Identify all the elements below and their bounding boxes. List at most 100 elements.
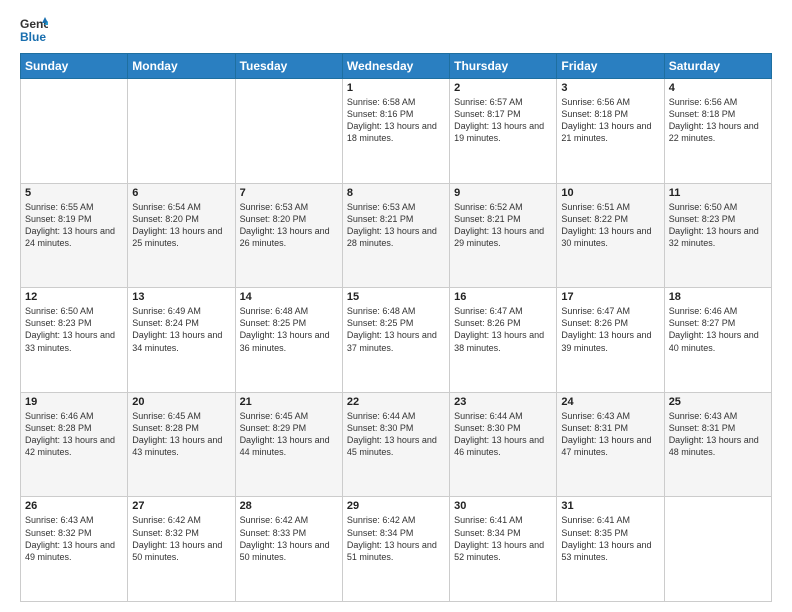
day-number: 8: [347, 187, 445, 199]
calendar-cell: 4 Sunrise: 6:56 AM Sunset: 8:18 PM Daylig…: [664, 79, 771, 184]
calendar-cell: 5 Sunrise: 6:55 AM Sunset: 8:19 PM Daylig…: [21, 183, 128, 288]
week-row-1: 1Sunrise: 6:58 AM Sunset: 8:16 PM Daylig…: [21, 79, 772, 184]
calendar-cell: 30 Sunrise: 6:41 AM Sunset: 8:34 PM Dayli…: [450, 497, 557, 602]
day-number: 21: [240, 396, 338, 408]
calendar-cell: 2 Sunrise: 6:57 AM Sunset: 8:17 PM Daylig…: [450, 79, 557, 184]
day-info: Sunrise: 6:45 AM Sunset: 8:29 PM Dayligh…: [240, 410, 338, 459]
weekday-header-thursday: Thursday: [450, 54, 557, 79]
day-info: Sunrise: 6:46 AM Sunset: 8:28 PM Dayligh…: [25, 410, 123, 459]
day-info: Sunrise: 6:56 AM Sunset: 8:18 PM Dayligh…: [669, 96, 767, 145]
day-info: Sunrise: 6:42 AM Sunset: 8:33 PM Dayligh…: [240, 514, 338, 563]
day-number: 24: [561, 396, 659, 408]
weekday-header-friday: Friday: [557, 54, 664, 79]
calendar-cell: 28 Sunrise: 6:42 AM Sunset: 8:33 PM Dayli…: [235, 497, 342, 602]
calendar-cell: 7 Sunrise: 6:53 AM Sunset: 8:20 PM Daylig…: [235, 183, 342, 288]
day-info: Sunrise: 6:42 AM Sunset: 8:34 PM Dayligh…: [347, 514, 445, 563]
day-info: Sunrise: 6:44 AM Sunset: 8:30 PM Dayligh…: [347, 410, 445, 459]
day-number: 5: [25, 187, 123, 199]
day-number: 30: [454, 500, 552, 512]
day-info: Sunrise: 6:48 AM Sunset: 8:25 PM Dayligh…: [347, 305, 445, 354]
calendar-cell: 17Sunrise: 6:47 AM Sunset: 8:26 PM Dayli…: [557, 288, 664, 393]
day-info: Sunrise: 6:50 AM Sunset: 8:23 PM Dayligh…: [25, 305, 123, 354]
day-info: Sunrise: 6:55 AM Sunset: 8:19 PM Dayligh…: [25, 201, 123, 250]
weekday-header-sunday: Sunday: [21, 54, 128, 79]
day-number: 17: [561, 291, 659, 303]
calendar-cell: 8 Sunrise: 6:53 AM Sunset: 8:21 PM Daylig…: [342, 183, 449, 288]
calendar-cell: 10Sunrise: 6:51 AM Sunset: 8:22 PM Dayli…: [557, 183, 664, 288]
calendar-cell: [664, 497, 771, 602]
calendar-cell: 18 Sunrise: 6:46 AM Sunset: 8:27 PM Dayli…: [664, 288, 771, 393]
day-info: Sunrise: 6:41 AM Sunset: 8:34 PM Dayligh…: [454, 514, 552, 563]
day-info: Sunrise: 6:53 AM Sunset: 8:21 PM Dayligh…: [347, 201, 445, 250]
day-number: 22: [347, 396, 445, 408]
day-number: 12: [25, 291, 123, 303]
calendar-cell: [235, 79, 342, 184]
day-number: 31: [561, 500, 659, 512]
calendar-cell: 16 Sunrise: 6:47 AM Sunset: 8:26 PM Dayli…: [450, 288, 557, 393]
calendar-cell: 11Sunrise: 6:50 AM Sunset: 8:23 PM Dayli…: [664, 183, 771, 288]
calendar-table: SundayMondayTuesdayWednesdayThursdayFrid…: [20, 53, 772, 602]
day-number: 26: [25, 500, 123, 512]
calendar-cell: 12 Sunrise: 6:50 AM Sunset: 8:23 PM Dayli…: [21, 288, 128, 393]
day-info: Sunrise: 6:44 AM Sunset: 8:30 PM Dayligh…: [454, 410, 552, 459]
calendar-cell: [128, 79, 235, 184]
calendar-cell: 13 Sunrise: 6:49 AM Sunset: 8:24 PM Dayli…: [128, 288, 235, 393]
weekday-header-row: SundayMondayTuesdayWednesdayThursdayFrid…: [21, 54, 772, 79]
day-number: 4: [669, 82, 767, 94]
calendar-cell: 26Sunrise: 6:43 AM Sunset: 8:32 PM Dayli…: [21, 497, 128, 602]
calendar-cell: 1Sunrise: 6:58 AM Sunset: 8:16 PM Daylig…: [342, 79, 449, 184]
week-row-3: 12 Sunrise: 6:50 AM Sunset: 8:23 PM Dayli…: [21, 288, 772, 393]
calendar-cell: 20Sunrise: 6:45 AM Sunset: 8:28 PM Dayli…: [128, 392, 235, 497]
day-number: 25: [669, 396, 767, 408]
calendar-cell: 25 Sunrise: 6:43 AM Sunset: 8:31 PM Dayli…: [664, 392, 771, 497]
calendar-cell: 3 Sunrise: 6:56 AM Sunset: 8:18 PM Daylig…: [557, 79, 664, 184]
svg-text:Blue: Blue: [20, 30, 46, 43]
day-number: 7: [240, 187, 338, 199]
calendar-cell: 29Sunrise: 6:42 AM Sunset: 8:34 PM Dayli…: [342, 497, 449, 602]
day-number: 15: [347, 291, 445, 303]
week-row-4: 19 Sunrise: 6:46 AM Sunset: 8:28 PM Dayli…: [21, 392, 772, 497]
day-info: Sunrise: 6:49 AM Sunset: 8:24 PM Dayligh…: [132, 305, 230, 354]
logo-icon: General Blue: [20, 15, 48, 43]
day-info: Sunrise: 6:56 AM Sunset: 8:18 PM Dayligh…: [561, 96, 659, 145]
day-number: 9: [454, 187, 552, 199]
week-row-2: 5 Sunrise: 6:55 AM Sunset: 8:19 PM Daylig…: [21, 183, 772, 288]
day-info: Sunrise: 6:47 AM Sunset: 8:26 PM Dayligh…: [454, 305, 552, 354]
day-number: 19: [25, 396, 123, 408]
day-info: Sunrise: 6:52 AM Sunset: 8:21 PM Dayligh…: [454, 201, 552, 250]
day-number: 13: [132, 291, 230, 303]
day-info: Sunrise: 6:48 AM Sunset: 8:25 PM Dayligh…: [240, 305, 338, 354]
day-number: 1: [347, 82, 445, 94]
day-info: Sunrise: 6:53 AM Sunset: 8:20 PM Dayligh…: [240, 201, 338, 250]
calendar-cell: 14 Sunrise: 6:48 AM Sunset: 8:25 PM Dayli…: [235, 288, 342, 393]
calendar-cell: [21, 79, 128, 184]
day-number: 28: [240, 500, 338, 512]
day-info: Sunrise: 6:41 AM Sunset: 8:35 PM Dayligh…: [561, 514, 659, 563]
svg-text:General: General: [20, 17, 48, 31]
day-info: Sunrise: 6:50 AM Sunset: 8:23 PM Dayligh…: [669, 201, 767, 250]
day-info: Sunrise: 6:46 AM Sunset: 8:27 PM Dayligh…: [669, 305, 767, 354]
day-info: Sunrise: 6:45 AM Sunset: 8:28 PM Dayligh…: [132, 410, 230, 459]
weekday-header-wednesday: Wednesday: [342, 54, 449, 79]
day-number: 23: [454, 396, 552, 408]
day-number: 18: [669, 291, 767, 303]
day-number: 27: [132, 500, 230, 512]
calendar-cell: 31 Sunrise: 6:41 AM Sunset: 8:35 PM Dayli…: [557, 497, 664, 602]
day-number: 14: [240, 291, 338, 303]
logo: General Blue: [20, 15, 52, 43]
day-info: Sunrise: 6:51 AM Sunset: 8:22 PM Dayligh…: [561, 201, 659, 250]
calendar-cell: 6Sunrise: 6:54 AM Sunset: 8:20 PM Daylig…: [128, 183, 235, 288]
day-info: Sunrise: 6:57 AM Sunset: 8:17 PM Dayligh…: [454, 96, 552, 145]
calendar-cell: 19 Sunrise: 6:46 AM Sunset: 8:28 PM Dayli…: [21, 392, 128, 497]
calendar-cell: 24Sunrise: 6:43 AM Sunset: 8:31 PM Dayli…: [557, 392, 664, 497]
calendar-cell: 21 Sunrise: 6:45 AM Sunset: 8:29 PM Dayli…: [235, 392, 342, 497]
day-number: 3: [561, 82, 659, 94]
calendar-cell: 15 Sunrise: 6:48 AM Sunset: 8:25 PM Dayli…: [342, 288, 449, 393]
day-number: 2: [454, 82, 552, 94]
weekday-header-monday: Monday: [128, 54, 235, 79]
day-info: Sunrise: 6:43 AM Sunset: 8:31 PM Dayligh…: [669, 410, 767, 459]
header: General Blue: [20, 15, 772, 43]
calendar-cell: 27Sunrise: 6:42 AM Sunset: 8:32 PM Dayli…: [128, 497, 235, 602]
day-number: 16: [454, 291, 552, 303]
calendar-cell: 23 Sunrise: 6:44 AM Sunset: 8:30 PM Dayli…: [450, 392, 557, 497]
